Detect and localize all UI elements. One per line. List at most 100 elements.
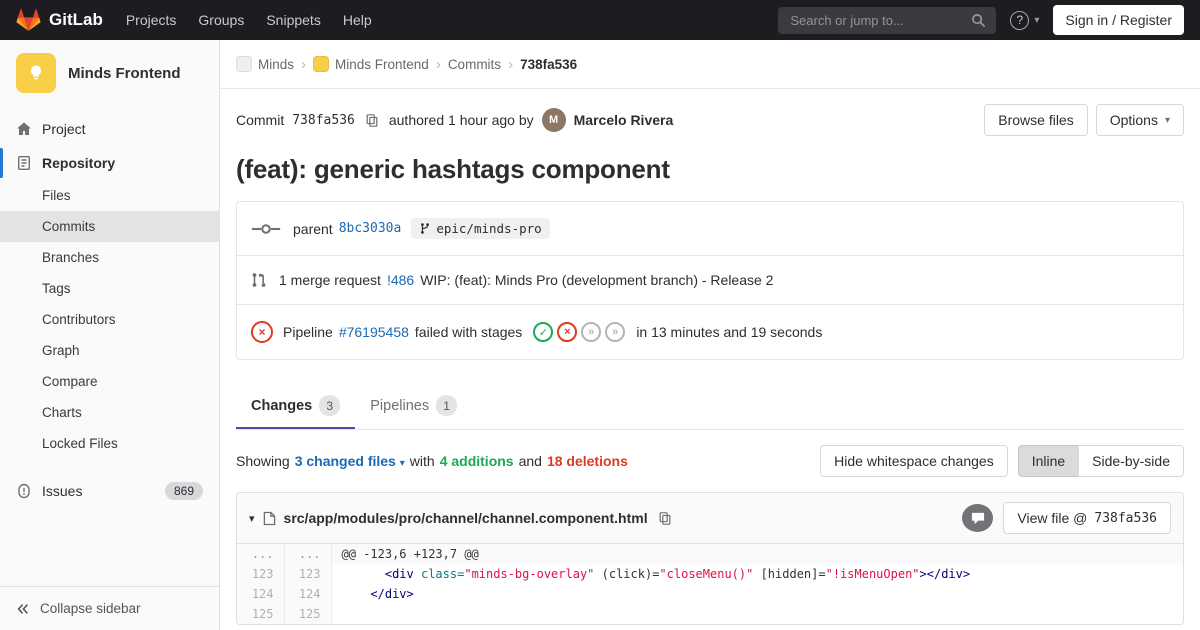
gitlab-logo-link[interactable]: GitLab: [16, 8, 103, 32]
issues-count-badge: 869: [164, 482, 203, 500]
browse-files-button[interactable]: Browse files: [984, 104, 1088, 136]
parent-sha-link[interactable]: 8bc3030a: [339, 221, 402, 236]
sidebar-item-label: Files: [42, 188, 71, 203]
stage-skipped-icon[interactable]: »: [605, 322, 626, 342]
comment-icon: [971, 512, 985, 525]
breadcrumb-link-minds-frontend[interactable]: Minds Frontend: [313, 56, 429, 72]
old-line-number[interactable]: ...: [237, 544, 285, 564]
pipeline-label: Pipeline: [283, 324, 333, 340]
new-line-number[interactable]: 123: [284, 564, 332, 584]
hide-whitespace-button[interactable]: Hide whitespace changes: [820, 445, 1008, 477]
sidebar: Minds Frontend Project Repository Files Com…: [0, 40, 220, 630]
merge-request-icon: [251, 272, 267, 288]
view-file-button[interactable]: View file @ 738fa536: [1003, 502, 1171, 534]
sidebar-item-label: Issues: [42, 483, 83, 499]
sidebar-item-issues[interactable]: Issues 869: [0, 473, 219, 509]
sidebar-item-locked-files[interactable]: Locked Files: [0, 428, 219, 459]
stage-success-icon[interactable]: ✓: [533, 322, 554, 342]
diff-toolbar: Showing 3 changed files ▾ with 4 additio…: [236, 445, 1184, 477]
sidebar-item-label: Tags: [42, 281, 71, 296]
search-icon[interactable]: [971, 13, 986, 28]
commit-header: Commit 738fa536 authored 1 hour ago by M…: [236, 104, 1184, 136]
new-line-number[interactable]: 125: [284, 604, 332, 624]
tabs: Changes 3 Pipelines 1: [236, 382, 1184, 430]
file-actions: View file @ 738fa536: [962, 502, 1171, 534]
collapse-sidebar-button[interactable]: Collapse sidebar: [0, 586, 219, 630]
tab-label: Pipelines: [370, 397, 430, 414]
sidebar-item-compare[interactable]: Compare: [0, 366, 219, 397]
pipeline-duration: in 13 minutes and 19 seconds: [636, 324, 823, 340]
project-avatar: [16, 53, 56, 93]
diff-row: 123 123 <div class="minds-bg-overlay" (cl…: [237, 564, 1183, 584]
copy-file-path-button[interactable]: [656, 509, 674, 528]
sidebar-item-commits[interactable]: Commits: [0, 211, 219, 242]
commit-title: (feat): generic hashtags component: [236, 154, 670, 184]
pipeline-status-text: failed with stages: [414, 324, 523, 340]
tab-label: Changes: [251, 397, 313, 414]
commit-label: Commit: [236, 112, 285, 128]
stage-failed-icon[interactable]: ×: [557, 322, 578, 342]
pipeline-stages: ✓ ×»»: [533, 322, 626, 342]
commit-meta-box: parent 8bc3030a epic/minds-pro 1 merge r…: [236, 201, 1184, 360]
toggle-comments-button[interactable]: [962, 504, 994, 532]
options-dropdown-button[interactable]: Options ▾: [1095, 104, 1184, 136]
file-diff-header: ▾ src/app/modules/pro/channel/channel.co…: [237, 493, 1183, 544]
merge-request-title: WIP: (feat): Minds Pro (development bran…: [420, 272, 774, 288]
old-line-number[interactable]: 125: [237, 604, 285, 624]
old-line-number[interactable]: 123: [237, 564, 285, 584]
chevron-down-icon: ▾: [1034, 14, 1040, 26]
tab-pipelines[interactable]: Pipelines 1: [355, 382, 472, 429]
sign-in-button[interactable]: Sign in / Register: [1053, 5, 1184, 35]
repository-icon: [16, 155, 32, 171]
inline-view-button[interactable]: Inline: [1017, 445, 1080, 477]
breadcrumb-link-commits[interactable]: Commits: [448, 57, 501, 72]
new-line-number[interactable]: ...: [284, 544, 332, 564]
and-label: and: [518, 453, 542, 469]
project-name: Minds Frontend: [68, 64, 181, 82]
breadcrumb-link-minds[interactable]: Minds: [236, 56, 294, 72]
breadcrumb-separator: ›: [301, 55, 307, 73]
sidebar-item-label: Compare: [42, 374, 98, 389]
project-context-link[interactable]: Minds Frontend: [0, 40, 219, 106]
file-path-link[interactable]: src/app/modules/pro/channel/channel.comp…: [284, 510, 648, 526]
search-box[interactable]: [778, 6, 997, 34]
parent-label: parent: [293, 220, 333, 237]
branch-ref-badge[interactable]: epic/minds-pro: [411, 218, 550, 239]
sidebar-item-graph[interactable]: Graph: [0, 335, 219, 366]
sidebar-item-files[interactable]: Files: [0, 180, 219, 211]
pipeline-link[interactable]: #76195458: [339, 324, 409, 340]
merge-request-link[interactable]: !486: [387, 272, 414, 288]
search-input[interactable]: [788, 11, 972, 29]
sidebar-item-contributors[interactable]: Contributors: [0, 304, 219, 335]
nav-item-projects[interactable]: Projects: [115, 0, 188, 40]
top-navbar: GitLab ProjectsGroupsSnippetsHelp ? ▾ Si…: [0, 0, 1200, 40]
sidebar-item-repository[interactable]: Repository: [0, 146, 219, 180]
copy-sha-button[interactable]: [363, 111, 381, 130]
additions-label: 4 additions: [439, 453, 514, 469]
sidebar-item-tags[interactable]: Tags: [0, 273, 219, 304]
breadcrumb-label: Commits: [447, 56, 502, 72]
old-line-number[interactable]: 124: [237, 584, 285, 604]
sidebar-item-branches[interactable]: Branches: [0, 242, 219, 273]
sidebar-item-charts[interactable]: Charts: [0, 397, 219, 428]
author-name-link[interactable]: Marcelo Rivera: [574, 112, 674, 128]
stage-skipped-icon[interactable]: »: [581, 322, 602, 342]
changed-files-dropdown[interactable]: 3 changed files ▾: [295, 453, 405, 469]
code-line: @@ -123,6 +123,7 @@: [331, 544, 1183, 564]
author-avatar[interactable]: M: [541, 108, 566, 132]
nav-item-snippets[interactable]: Snippets: [255, 0, 331, 40]
diff-row: 124 124 </div>: [237, 584, 1183, 604]
sidebar-item-label: Branches: [42, 250, 100, 265]
pipeline-failed-icon[interactable]: ×: [251, 321, 273, 343]
sidebar-item-project[interactable]: Project: [0, 112, 219, 146]
tab-changes[interactable]: Changes 3: [236, 382, 355, 429]
sidebar-item-label: Repository: [42, 155, 116, 171]
tab-count-badge: 3: [319, 395, 341, 416]
merge-request-row: 1 merge request !486 WIP: (feat): Minds …: [237, 255, 1183, 304]
nav-item-groups[interactable]: Groups: [187, 0, 255, 40]
help-dropdown[interactable]: ? ▾: [1010, 10, 1040, 30]
nav-item-help[interactable]: Help: [332, 0, 383, 40]
new-line-number[interactable]: 124: [284, 584, 332, 604]
collapse-file-caret-icon[interactable]: ▾: [249, 512, 255, 525]
side-by-side-view-button[interactable]: Side-by-side: [1078, 445, 1184, 477]
